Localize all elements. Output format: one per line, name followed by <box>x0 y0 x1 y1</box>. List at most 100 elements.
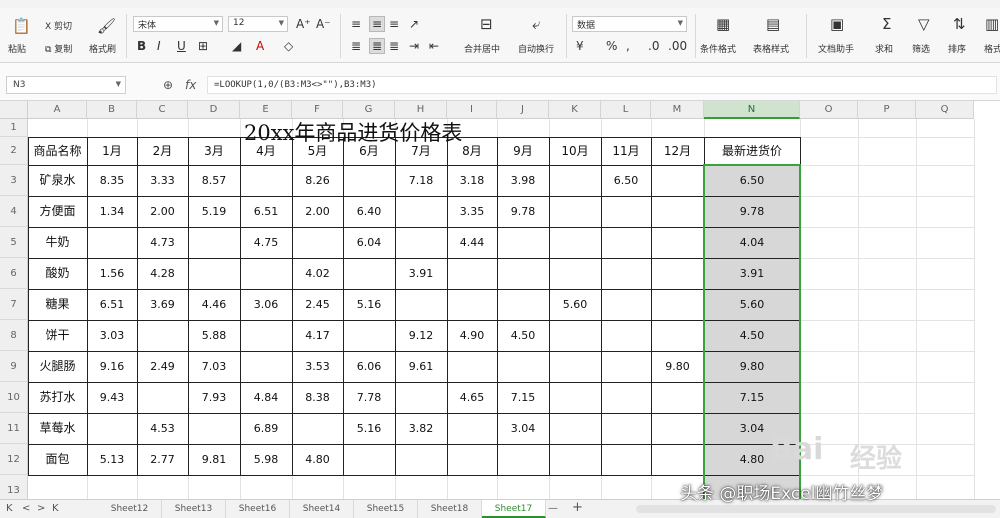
decrease-font-icon[interactable]: A⁻ <box>316 17 331 31</box>
price-cell[interactable]: 1.34 <box>87 196 137 227</box>
doc-helper-button[interactable]: 文档助手 <box>818 42 854 55</box>
product-name-cell[interactable]: 火腿肠 <box>28 351 87 382</box>
conditional-format-icon[interactable]: ▦ <box>716 16 730 32</box>
merge-center-button[interactable]: 合并居中 <box>464 42 500 55</box>
header-cell[interactable]: 2月 <box>137 137 188 165</box>
eraser-icon[interactable]: ◇ <box>284 39 293 53</box>
column-header-m[interactable]: M <box>651 101 704 119</box>
sum-icon[interactable]: Σ <box>882 16 891 32</box>
price-cell[interactable]: 4.75 <box>240 227 292 258</box>
price-cell[interactable] <box>651 258 704 289</box>
format-painter-button[interactable]: 格式刷 <box>89 42 116 55</box>
price-cell[interactable] <box>549 351 601 382</box>
latest-price-cell[interactable]: 4.50 <box>704 320 800 351</box>
product-name-cell[interactable]: 草莓水 <box>28 413 87 444</box>
price-cell[interactable]: 4.46 <box>188 289 240 320</box>
price-cell[interactable]: 3.69 <box>137 289 188 320</box>
column-header-c[interactable]: C <box>137 101 188 119</box>
row-header-3[interactable]: 3 <box>0 165 28 196</box>
price-cell[interactable]: 5.60 <box>549 289 601 320</box>
price-cell[interactable] <box>395 382 447 413</box>
price-cell[interactable] <box>292 227 343 258</box>
header-cell-product[interactable]: 商品名称 <box>28 137 87 165</box>
align-right-icon[interactable]: ≣ <box>389 39 399 53</box>
price-cell[interactable] <box>497 227 549 258</box>
header-cell[interactable]: 12月 <box>651 137 704 165</box>
latest-price-cell[interactable]: 3.91 <box>704 258 800 289</box>
bold-button[interactable]: B <box>137 39 146 53</box>
doc-helper-icon[interactable]: ▣ <box>830 16 844 32</box>
price-cell[interactable]: 3.03 <box>87 320 137 351</box>
price-cell[interactable] <box>343 320 395 351</box>
first-sheet-button[interactable]: K <box>6 503 13 514</box>
paste-button[interactable]: 粘贴 <box>8 42 26 55</box>
price-cell[interactable]: 4.53 <box>137 413 188 444</box>
price-cell[interactable]: 6.40 <box>343 196 395 227</box>
price-cell[interactable] <box>651 165 704 196</box>
header-cell[interactable]: 9月 <box>497 137 549 165</box>
orientation-icon[interactable]: ↗ <box>409 17 419 31</box>
column-header-j[interactable]: J <box>497 101 549 119</box>
outdent-icon[interactable]: ⇤ <box>429 39 439 53</box>
align-center-icon[interactable]: ≣ <box>369 38 386 54</box>
latest-price-cell[interactable]: 4.04 <box>704 227 800 258</box>
latest-price-cell[interactable]: 7.15 <box>704 382 800 413</box>
price-cell[interactable]: 4.28 <box>137 258 188 289</box>
price-cell[interactable]: 8.57 <box>188 165 240 196</box>
price-cell[interactable]: 7.78 <box>343 382 395 413</box>
price-cell[interactable]: 4.84 <box>240 382 292 413</box>
latest-price-cell[interactable]: 6.50 <box>704 165 800 196</box>
underline-button[interactable]: U <box>177 39 186 53</box>
price-cell[interactable] <box>549 444 601 475</box>
table-style-icon[interactable]: ▤ <box>766 16 780 32</box>
header-cell[interactable]: 5月 <box>292 137 343 165</box>
cut-button[interactable]: X 剪切 <box>45 19 72 32</box>
format-icon[interactable]: ▥ <box>985 16 999 32</box>
more-sheets-button[interactable]: — <box>548 503 558 514</box>
price-cell[interactable] <box>651 444 704 475</box>
price-cell[interactable]: 3.33 <box>137 165 188 196</box>
italic-button[interactable]: I <box>157 39 161 53</box>
sheet-tab[interactable]: Sheet12 <box>98 500 162 518</box>
sheet-tab[interactable]: Sheet15 <box>354 500 418 518</box>
price-cell[interactable]: 7.15 <box>497 382 549 413</box>
price-cell[interactable] <box>549 258 601 289</box>
sheet-tab[interactable]: Sheet13 <box>162 500 226 518</box>
column-header-b[interactable]: B <box>87 101 137 119</box>
price-cell[interactable]: 9.61 <box>395 351 447 382</box>
merge-cells-icon[interactable]: ⊟ <box>480 16 493 32</box>
product-name-cell[interactable]: 方便面 <box>28 196 87 227</box>
fx-icon[interactable]: fx <box>185 78 196 92</box>
price-cell[interactable]: 2.77 <box>137 444 188 475</box>
row-header-11[interactable]: 11 <box>0 413 28 444</box>
format-button[interactable]: 格式 <box>984 42 1000 55</box>
horizontal-scrollbar[interactable] <box>636 505 996 513</box>
column-header-a[interactable]: A <box>28 101 87 119</box>
price-cell[interactable] <box>292 413 343 444</box>
increase-font-icon[interactable]: A⁺ <box>296 17 311 31</box>
column-header-d[interactable]: D <box>188 101 240 119</box>
price-cell[interactable] <box>137 320 188 351</box>
currency-icon[interactable]: ¥ <box>576 39 584 53</box>
price-cell[interactable]: 3.04 <box>497 413 549 444</box>
price-cell[interactable]: 9.12 <box>395 320 447 351</box>
price-cell[interactable] <box>188 227 240 258</box>
price-cell[interactable] <box>549 227 601 258</box>
last-sheet-button[interactable]: K <box>52 503 59 514</box>
price-cell[interactable]: 5.88 <box>188 320 240 351</box>
price-cell[interactable] <box>497 258 549 289</box>
fill-color-icon[interactable]: ◢ <box>232 39 241 53</box>
price-cell[interactable] <box>601 258 651 289</box>
latest-price-cell[interactable]: 5.60 <box>704 289 800 320</box>
price-cell[interactable]: 5.16 <box>343 289 395 320</box>
price-cell[interactable] <box>188 413 240 444</box>
price-cell[interactable] <box>447 413 497 444</box>
wrap-text-button[interactable]: 自动换行 <box>518 42 554 55</box>
price-cell[interactable]: 3.06 <box>240 289 292 320</box>
filter-button[interactable]: 筛选 <box>912 42 930 55</box>
price-cell[interactable] <box>343 165 395 196</box>
price-cell[interactable] <box>497 289 549 320</box>
price-cell[interactable]: 9.43 <box>87 382 137 413</box>
price-cell[interactable]: 4.50 <box>497 320 549 351</box>
price-cell[interactable]: 4.02 <box>292 258 343 289</box>
